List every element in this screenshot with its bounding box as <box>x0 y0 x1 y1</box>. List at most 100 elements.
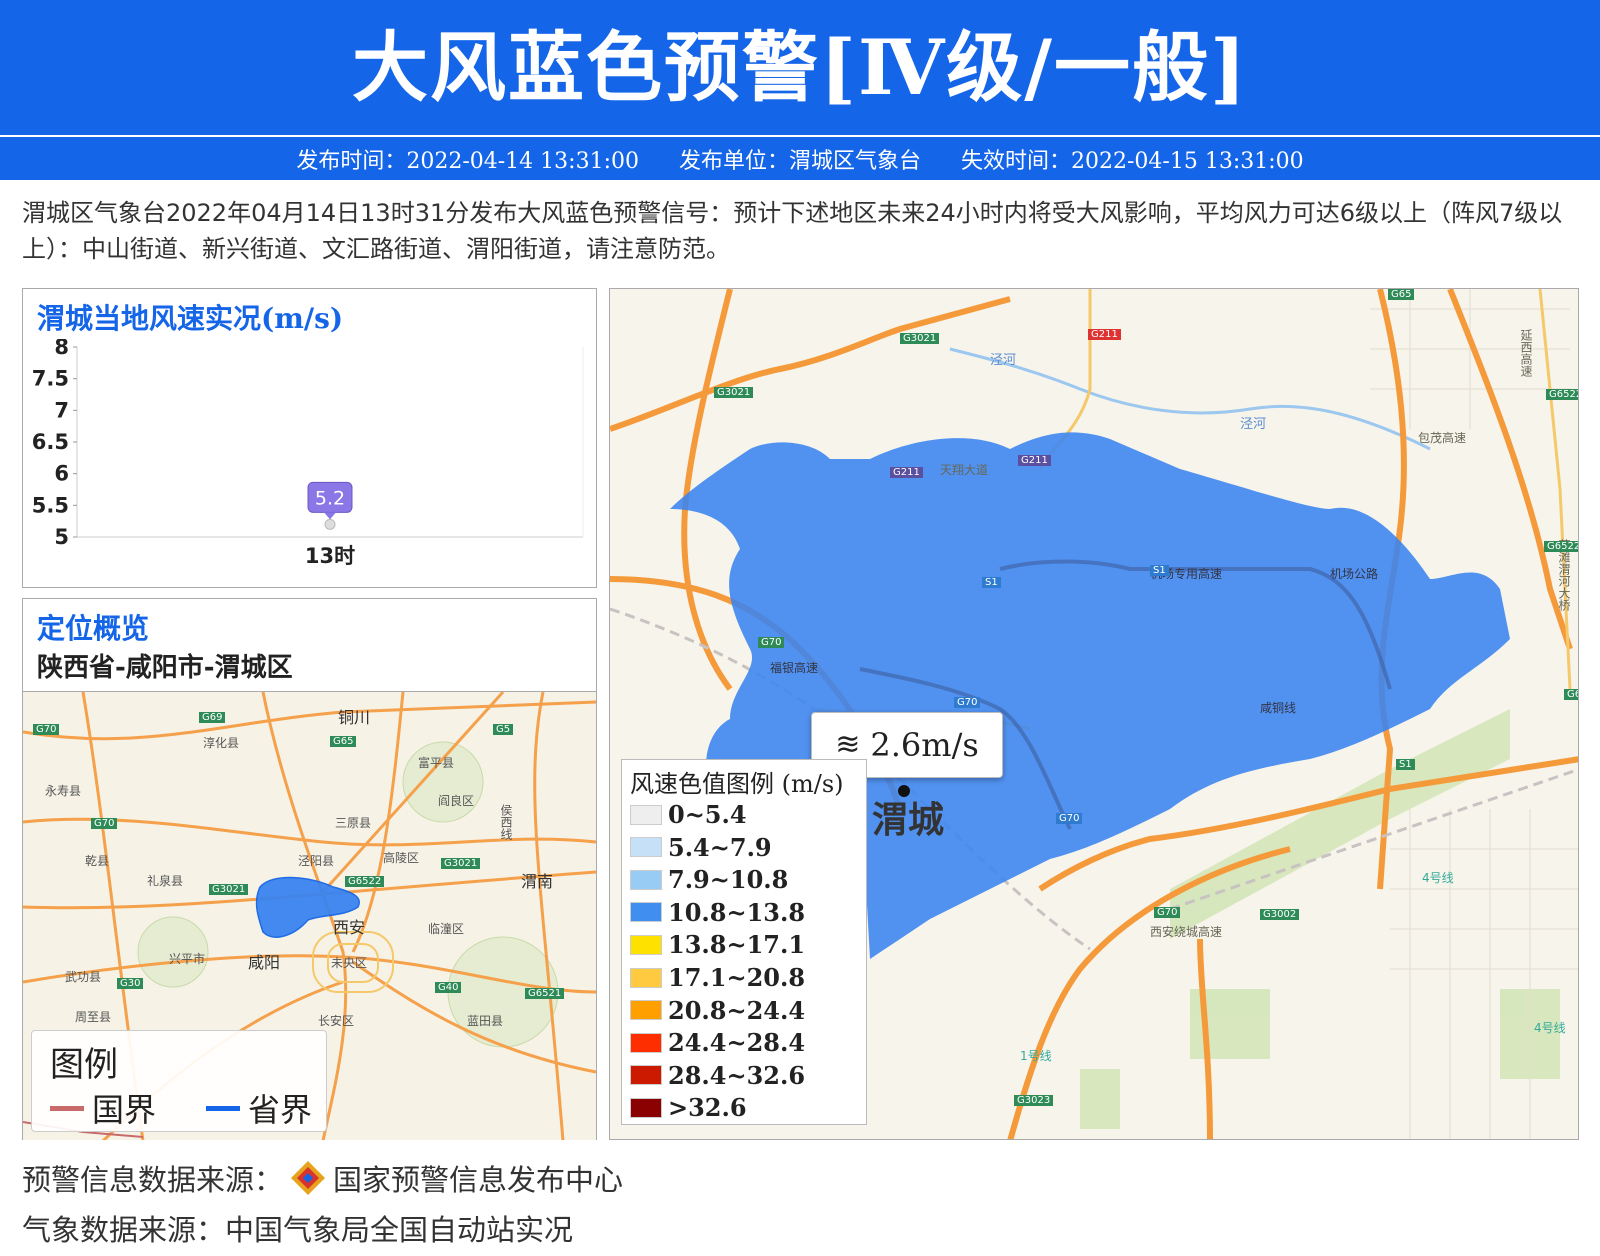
road-badge: G5 <box>493 724 514 735</box>
road-badge: S1 <box>1150 565 1169 576</box>
map-label-liquan: 礼泉县 <box>147 874 184 888</box>
warning-source-line: 预警信息数据来源： 国家预警信息发布中心 <box>22 1157 623 1199</box>
legend-row: 0~5.4 <box>630 800 747 829</box>
map-label-fuyin: 福银高速 <box>770 661 819 675</box>
location-region: 陕西省-咸阳市-渭城区 <box>37 653 293 683</box>
map-label-yanliang: 阎良区 <box>438 794 475 808</box>
warning-header: 大风蓝色预警[Ⅳ级/一般] <box>0 0 1600 135</box>
road-badge: S1 <box>1396 759 1415 770</box>
chart-title: 渭城当地风速实况(m/s) <box>37 302 344 335</box>
map-label-sanyuan: 三原县 <box>335 816 372 830</box>
map-label-qianxian: 乾县 <box>85 854 110 868</box>
road-badge: G70 <box>33 724 60 735</box>
legend-swatch <box>630 1097 662 1118</box>
road-badge: G70 <box>91 818 118 829</box>
wind-icon: ≋ <box>835 727 861 762</box>
map-label-airport-rd: 机场公路 <box>1330 567 1379 581</box>
place-name: 渭城 <box>872 800 945 841</box>
legend-row: 20.8~24.4 <box>630 996 805 1025</box>
legend-row: 24.4~28.4 <box>630 1028 805 1057</box>
legend-swatch <box>630 934 662 955</box>
legend-label: >32.6 <box>668 1093 747 1123</box>
legend-swatch <box>630 804 662 825</box>
publish-unit: 发布单位：渭城区气象台 <box>678 148 921 174</box>
road-badge: G211 <box>890 467 923 478</box>
road-badge: G211 <box>1018 455 1051 466</box>
data-label-pointer <box>324 512 336 520</box>
legend-swatch <box>630 967 662 988</box>
map-label-jinghe: 泾河 <box>990 353 1017 368</box>
road-badge: G40 <box>435 982 462 993</box>
map-label-yongshou: 永寿县 <box>45 784 82 798</box>
map-label-xingping: 兴平市 <box>169 952 206 966</box>
map-label-fuping: 富平县 <box>418 756 455 770</box>
legend-label: 17.1~20.8 <box>668 963 806 992</box>
legend-title: 图例 <box>50 1045 118 1085</box>
wind-speed-chart: 5 5.5 6 6.5 7 7.5 8 13时 5.2 <box>32 339 584 568</box>
legend-row: 17.1~20.8 <box>630 963 805 992</box>
map-label-huxi: 侯西线 <box>499 804 513 840</box>
warning-area-map[interactable]: 泾河 泾河 天翔大道 机场专用高速 机场公路 福银高速 咸铜线 西安绕城高速 1… <box>609 288 1579 1140</box>
legend-row: >32.6 <box>630 1093 747 1122</box>
data-point <box>324 518 336 530</box>
location-title: 定位概览 <box>37 612 150 645</box>
warning-source-label: 预警信息数据来源： <box>22 1163 284 1197</box>
legend-label: 28.4~32.6 <box>668 1060 806 1090</box>
map-label-lantian: 蓝田县 <box>467 1014 504 1028</box>
road-badge: G3021 <box>714 387 754 398</box>
legend-provincial-border: 省界 <box>206 1085 312 1131</box>
legend-label: 24.4~28.4 <box>668 1028 806 1058</box>
map-label-yanxi: 延西高速 <box>1519 329 1533 377</box>
wind-speed-chart-panel: 渭城当地风速实况(m/s) 5 5.5 6 6.5 7 7.5 8 13时 5.2 <box>22 288 597 588</box>
y-tick-label: 6 <box>54 462 69 486</box>
map-label-baomao: 包茂高速 <box>1418 431 1467 445</box>
road-badge: G3023 <box>1014 1095 1054 1106</box>
provincial-border-line <box>206 1105 240 1111</box>
y-tick-label: 5 <box>54 525 69 549</box>
map-label-gaoling: 高陵区 <box>383 851 420 865</box>
warning-center-name: 国家预警信息发布中心 <box>333 1163 624 1197</box>
road-badge: S1 <box>982 577 1001 588</box>
data-label: 5.2 <box>315 487 345 509</box>
legend-provincial-label: 省界 <box>248 1091 313 1129</box>
y-tick-label: 7 <box>54 398 69 422</box>
national-border-line <box>50 1105 84 1111</box>
legend-swatch <box>630 902 662 923</box>
legend-title: 风速色值图例 (m/s) <box>630 770 844 798</box>
road-badge: G3021 <box>209 884 249 895</box>
map-label-chunhua: 淳化县 <box>203 736 240 750</box>
road-badge: G211 <box>1088 329 1121 340</box>
map-label-line1: 1号线 <box>1020 1049 1052 1063</box>
wind-speed-value: 2.6m/s <box>870 726 979 764</box>
warning-meta-bar: 发布时间：2022-04-14 13:31:00 发布单位：渭城区气象台 失效时… <box>0 137 1600 180</box>
map-label-xianyang-line: 咸铜线 <box>1260 701 1297 715</box>
legend-swatch <box>630 1032 662 1053</box>
location-overview-panel: 定位概览 陕西省-咸阳市-渭城区 铜川 淳化县 富平县 永寿县 阎良区 三原县 … <box>22 598 597 1140</box>
map-label-ring-exp: 西安绕城高速 <box>1150 925 1223 939</box>
road-badge: G6522 <box>1544 541 1578 552</box>
map-label-line4: 4号线 <box>1422 871 1454 885</box>
legend-label: 20.8~24.4 <box>668 995 806 1025</box>
wind-color-legend: 风速色值图例 (m/s) 0~5.4 5.4~7.9 7.9~10.8 10.8~13… <box>621 759 867 1125</box>
road-badge: G6522 <box>1546 389 1578 400</box>
map-label-changan: 长安区 <box>318 1014 355 1028</box>
map-label-zhouzhi: 周至县 <box>75 1010 112 1024</box>
legend-row: 7.9~10.8 <box>630 865 788 894</box>
legend-row: 10.8~13.8 <box>630 898 805 927</box>
road-badge: G6521 <box>525 988 565 999</box>
weather-source-line: 气象数据来源：中国气象局全国自动站实况 <box>22 1213 574 1247</box>
legend-swatch <box>630 1000 662 1021</box>
legend-swatch <box>630 1065 662 1086</box>
legend-label: 0~5.4 <box>668 800 747 829</box>
road-badge: G3021 <box>900 333 940 344</box>
map-label-jinghe: 泾河 <box>1240 417 1267 432</box>
publish-time: 发布时间：2022-04-14 13:31:00 <box>296 148 639 174</box>
legend-row: 28.4~32.6 <box>630 1061 805 1090</box>
warning-description: 渭城区气象台2022年04月14日13时31分发布大风蓝色预警信号：预计下述地区… <box>22 199 1563 263</box>
road-badge: G70 <box>954 697 981 708</box>
legend-label: 5.4~7.9 <box>668 832 772 862</box>
map-label-lintong: 临潼区 <box>428 922 465 936</box>
road-badge: G70 <box>1154 907 1181 918</box>
road-badge: G70 <box>758 637 785 648</box>
overview-map[interactable]: 铜川 淳化县 富平县 永寿县 阎良区 三原县 乾县 礼泉县 泾阳县 高陵区 渭南… <box>23 691 596 1140</box>
